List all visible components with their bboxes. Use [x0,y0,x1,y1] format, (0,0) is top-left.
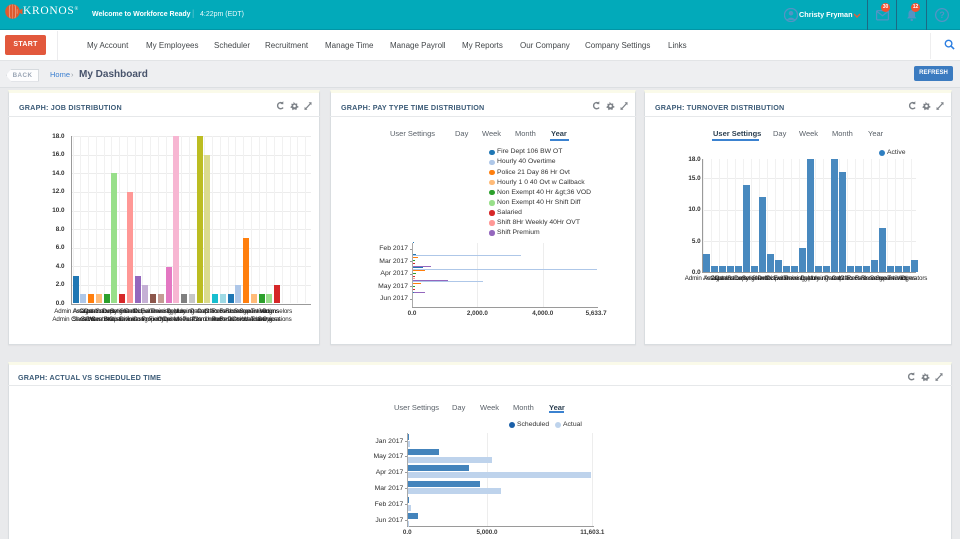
svg-text:?: ? [939,10,944,20]
